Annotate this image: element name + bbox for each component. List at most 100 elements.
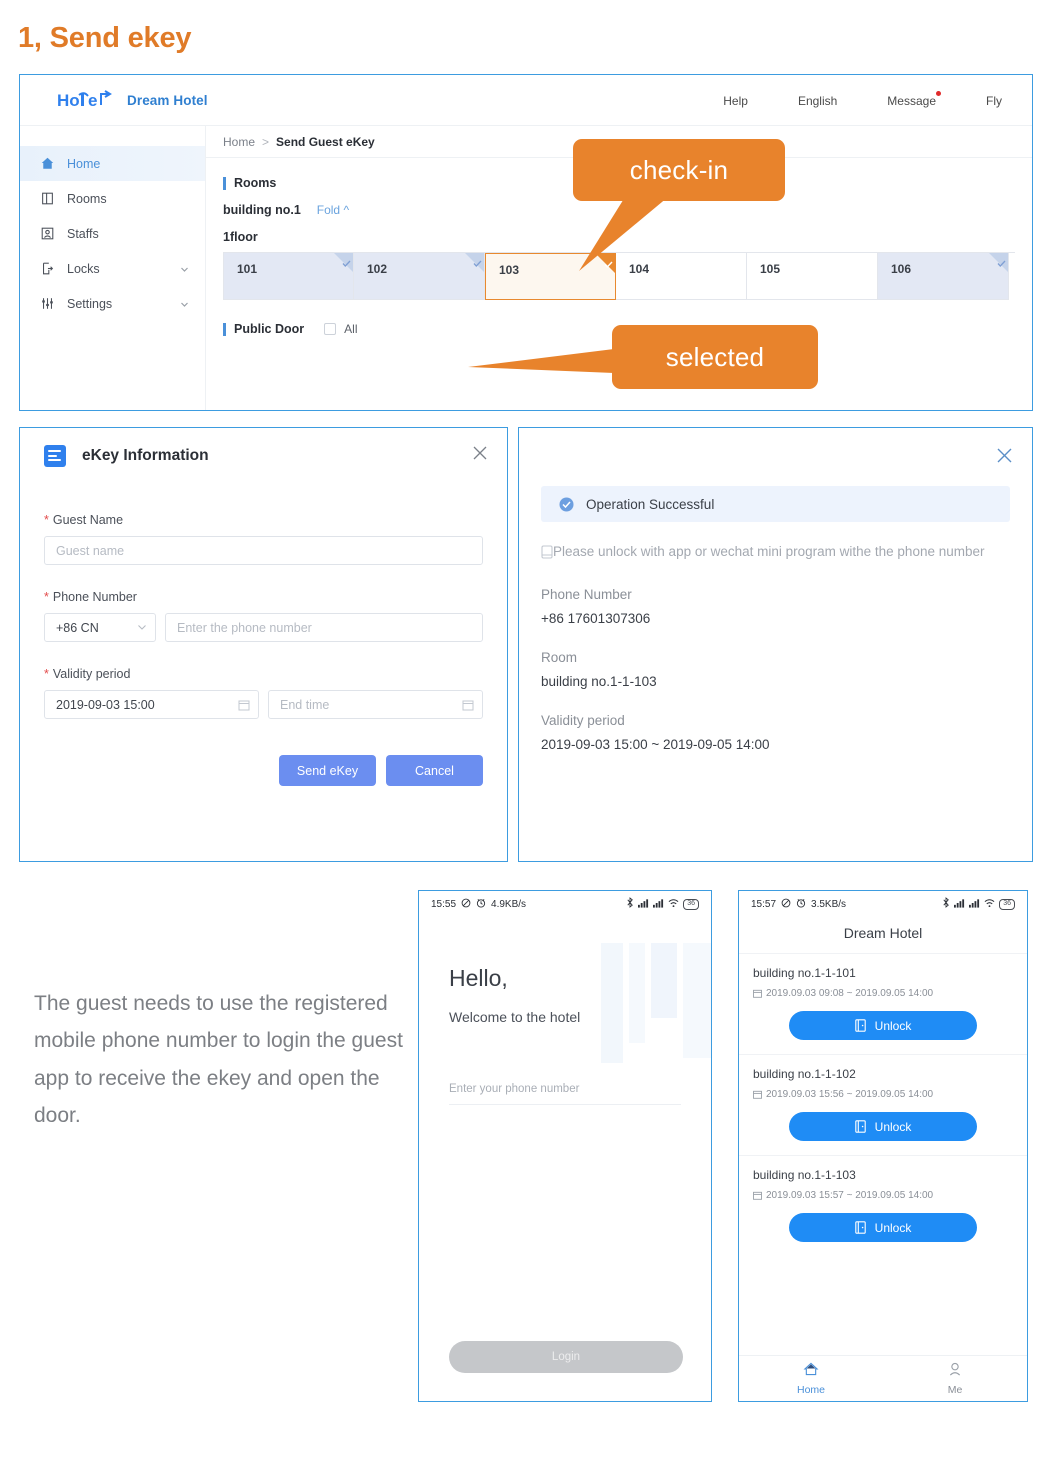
phone-icon <box>541 545 553 559</box>
country-code-select[interactable]: +86 CN <box>44 613 156 642</box>
start-time-input[interactable]: 2019-09-03 15:00 <box>44 690 259 719</box>
callout-bubble-selected: selected <box>612 325 818 389</box>
section-label: Public Door <box>234 322 305 336</box>
nav-item-message[interactable]: Message <box>887 90 941 108</box>
ekey-validity-text: 2019.09.03 15:56 ~ 2019.09.05 14:00 <box>766 1089 934 1100</box>
tab-me[interactable]: Me <box>883 1356 1027 1401</box>
instruction-paragraph: The guest needs to use the registered mo… <box>34 992 403 1128</box>
end-time-wrap: End time <box>268 690 483 719</box>
sidebar: Home Rooms Staffs Locks Settings <box>20 126 206 410</box>
success-banner-text: Operation Successful <box>586 496 715 512</box>
button-label: Unlock <box>874 1018 912 1033</box>
breadcrumb-current: Send Guest eKey <box>276 134 375 149</box>
send-ekey-button[interactable]: Send eKey <box>279 755 376 786</box>
cancel-button[interactable]: Cancel <box>386 755 483 786</box>
field-key: Phone Number <box>541 586 632 602</box>
login-hero: Hello, Welcome to the hotel <box>419 917 711 1063</box>
ekey-room: building no.1-1-103 <box>753 1168 856 1182</box>
fold-label: Fold <box>316 203 341 217</box>
chevron-down-icon <box>137 621 147 635</box>
phone-number-label: * Phone Number <box>44 590 483 604</box>
room-cell-102[interactable]: 102 <box>354 253 485 300</box>
nav-label: Message <box>887 93 936 108</box>
alarm-icon <box>476 898 486 911</box>
battery-indicator: 36 <box>999 898 1015 910</box>
close-icon[interactable] <box>997 448 1012 463</box>
hotel-logo-icon: Ho e <box>57 89 113 111</box>
phone-placeholder: Enter the phone number <box>177 620 312 635</box>
button-label: Send eKey <box>296 763 359 778</box>
sidebar-item-home[interactable]: Home <box>20 146 205 181</box>
signal-icon-2 <box>653 898 664 911</box>
unlock-button[interactable]: Unlock <box>789 1112 977 1141</box>
signal-icon-2 <box>969 898 980 911</box>
room-cell-101[interactable]: 101 <box>223 253 354 300</box>
check-circle-icon <box>559 497 574 512</box>
home-icon <box>803 1362 819 1381</box>
field-value: +86 17601307306 <box>541 610 651 626</box>
status-bar: 15:57 3.5KB/s 36 <box>739 891 1027 917</box>
network-speed: 4.9KB/s <box>491 898 527 910</box>
nav-item-help[interactable]: Help <box>723 94 748 108</box>
room-cell-106[interactable]: 106 <box>878 253 1009 300</box>
console-topnav: Help English Message Fly <box>673 75 1002 126</box>
required-mark: * <box>44 590 49 604</box>
field-value: building no.1-1-103 <box>541 673 657 689</box>
calendar-icon <box>753 1191 762 1200</box>
svg-text:Ho: Ho <box>57 91 80 110</box>
label-text: Phone Number <box>52 590 137 604</box>
nav-item-english[interactable]: English <box>798 94 837 108</box>
guest-name-input[interactable]: Guest name <box>44 536 483 565</box>
console-header: Ho e Dream Hotel Help English Message Fl… <box>20 75 1032 126</box>
sidebar-item-staffs[interactable]: Staffs <box>20 216 205 251</box>
phone-number-input[interactable]: Enter the phone number <box>165 613 483 642</box>
end-time-input[interactable]: End time <box>268 690 483 719</box>
public-door-all-checkbox[interactable] <box>324 323 337 335</box>
phone-input-placeholder: Enter your phone number <box>449 1083 580 1095</box>
bluetooth-icon <box>626 897 634 911</box>
page-root: 1, Send ekey Ho e Dream Hotel Help Engli… <box>0 0 1060 1474</box>
callout-check-in: check-in <box>573 139 785 271</box>
ekey-validity: 2019.09.03 15:57 ~ 2019.09.05 14:00 <box>753 1190 1013 1201</box>
breadcrumb-root[interactable]: Home <box>223 135 255 149</box>
bottom-tab-bar: Home Me <box>739 1355 1027 1401</box>
calendar-icon[interactable] <box>462 698 474 711</box>
sidebar-item-label: Rooms <box>67 191 107 206</box>
validity-period-label: * Validity period <box>44 667 483 681</box>
dialog-body: * Guest Name Guest name * Phone Number +86… <box>20 483 507 719</box>
callout-text: check-in <box>629 154 729 185</box>
unlock-note: Please unlock with app or wechat mini pr… <box>541 542 1010 563</box>
login-button[interactable]: Login <box>449 1341 683 1373</box>
section-accent-bar <box>223 322 226 336</box>
fold-toggle[interactable]: Fold ^ <box>317 203 349 217</box>
message-badge-dot <box>936 90 941 96</box>
ekey-room: building no.1-1-101 <box>753 966 856 980</box>
ekey-card: building no.1-1-102 2019.09.03 15:56 ~ 2… <box>739 1054 1027 1155</box>
unlock-button[interactable]: Unlock <box>789 1011 977 1040</box>
ekey-validity-text: 2019.09.03 09:08 ~ 2019.09.05 14:00 <box>766 988 934 999</box>
network-speed: 3.5KB/s <box>811 898 847 910</box>
unlock-button[interactable]: Unlock <box>789 1213 977 1242</box>
door-icon <box>39 190 56 207</box>
sidebar-item-rooms[interactable]: Rooms <box>20 181 205 216</box>
battery-indicator: 36 <box>683 898 699 910</box>
ekey-validity-text: 2019.09.03 15:57 ~ 2019.09.05 14:00 <box>766 1190 934 1201</box>
mute-icon <box>461 898 471 911</box>
status-bar-right: 36 <box>626 897 699 911</box>
ekey-card: building no.1-1-101 2019.09.03 09:08 ~ 2… <box>739 953 1027 1054</box>
sidebar-item-settings[interactable]: Settings <box>20 286 205 321</box>
nav-item-fly[interactable]: Fly <box>986 94 1002 108</box>
breadcrumb-separator: > <box>262 134 270 149</box>
close-icon[interactable] <box>473 446 487 460</box>
tab-home[interactable]: Home <box>739 1356 883 1401</box>
end-time-placeholder: End time <box>280 697 330 712</box>
check-icon <box>473 255 482 267</box>
phone-number-input[interactable]: Enter your phone number <box>449 1083 681 1105</box>
chevron-down-icon <box>180 263 189 272</box>
sidebar-item-label: Staffs <box>67 226 99 241</box>
sidebar-item-locks[interactable]: Locks <box>20 251 205 286</box>
logo-area[interactable]: Ho e Dream Hotel <box>57 89 208 111</box>
calendar-icon[interactable] <box>238 698 250 711</box>
